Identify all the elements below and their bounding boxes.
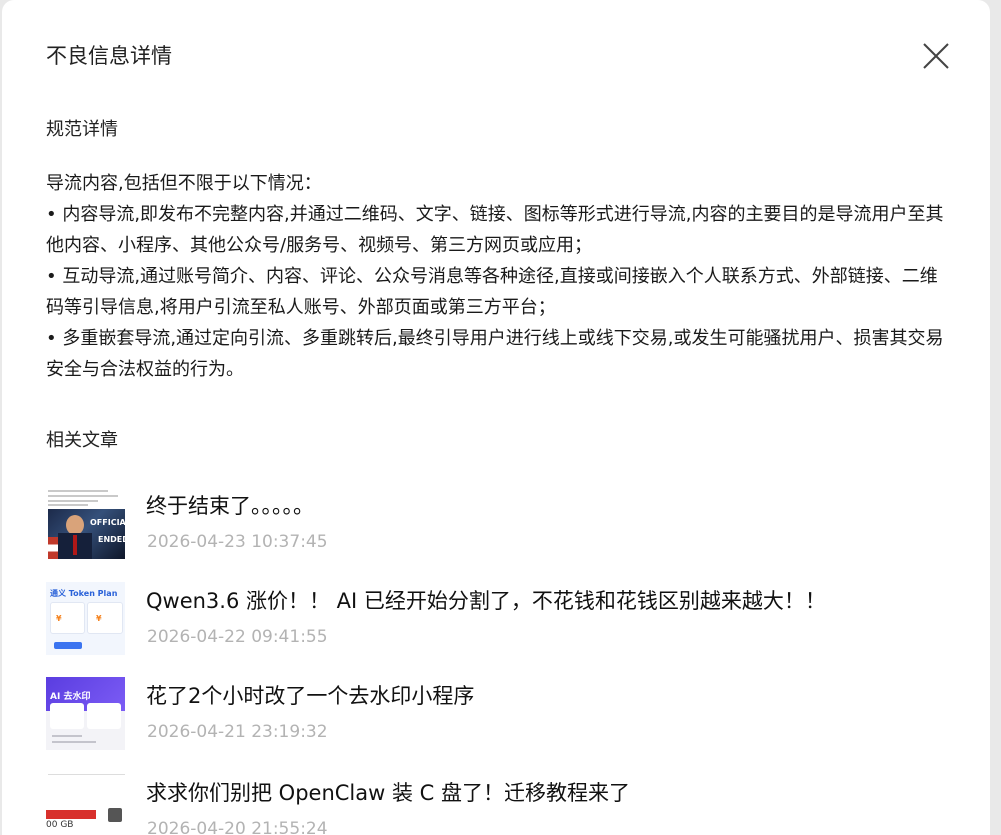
thumb-caption: AI 去水印 <box>50 692 91 702</box>
rules-item: • 内容导流,即发布不完整内容,并通过二维码、文字、链接、图标等形式进行导流,内… <box>46 204 944 256</box>
rules-intro: 导流内容,包括但不限于以下情况： <box>46 173 322 194</box>
thumb-caption: 通义 Token Plan <box>50 589 118 598</box>
article-item[interactable]: AI 去水印 花了2个小时改了一个去水印小程序 2026-04-21 23:19… <box>46 677 951 757</box>
article-date: 2026-04-23 10:37:45 <box>147 532 328 552</box>
bad-info-dialog: 不良信息详情 规范详情 导流内容,包括但不限于以下情况： • 内容导流,即发布不… <box>2 0 990 835</box>
related-articles-heading: 相关文章 <box>46 430 118 451</box>
thumb-caption: 00 GB <box>46 820 74 830</box>
article-thumbnail: AI 去水印 <box>46 677 125 750</box>
dialog-title: 不良信息详情 <box>46 44 172 68</box>
article-title: 终于结束了。。。。。 <box>146 494 314 518</box>
article-title: 花了2个小时改了一个去水印小程序 <box>146 684 475 708</box>
rules-item: • 多重嵌套导流,通过定向引流、多重跳转后,最终引导用户进行线上或线下交易,或发… <box>46 328 944 380</box>
article-title: 求求你们别把 OpenClaw 装 C 盘了！迁移教程来了 <box>146 781 630 805</box>
article-thumbnail: 通义 Token Plan ¥ ¥ <box>46 582 125 655</box>
thumb-caption: ENDED <box>98 535 125 544</box>
article-item[interactable]: 00 GB 求求你们别把 OpenClaw 装 C 盘了！迁移教程来了 2026… <box>46 774 951 835</box>
article-item[interactable]: 通义 Token Plan ¥ ¥ Qwen3.6 涨价！！ AI 已经开始分割… <box>46 582 951 662</box>
article-date: 2026-04-21 23:19:32 <box>147 722 328 742</box>
rules-item: • 互动导流,通过账号简介、内容、评论、公众号消息等各种途径,直接或间接嵌入个人… <box>46 266 938 318</box>
article-thumbnail: 00 GB <box>46 774 125 835</box>
article-date: 2026-04-20 21:55:24 <box>147 819 328 835</box>
article-thumbnail: OFFICIALLY ENDED <box>46 487 125 560</box>
rules-body: 导流内容,包括但不限于以下情况： • 内容导流,即发布不完整内容,并通过二维码、… <box>46 168 951 385</box>
article-item[interactable]: OFFICIALLY ENDED 终于结束了。。。。。 2026-04-23 1… <box>46 487 951 567</box>
close-button[interactable] <box>920 40 952 72</box>
scrollbar[interactable] <box>990 0 1001 835</box>
rules-heading: 规范详情 <box>46 119 118 140</box>
article-title: Qwen3.6 涨价！！ AI 已经开始分割了，不花钱和花钱区别越来越大！！ <box>146 589 826 613</box>
article-date: 2026-04-22 09:41:55 <box>147 627 328 647</box>
close-icon <box>923 43 949 69</box>
thumb-caption: OFFICIALLY <box>90 518 125 527</box>
